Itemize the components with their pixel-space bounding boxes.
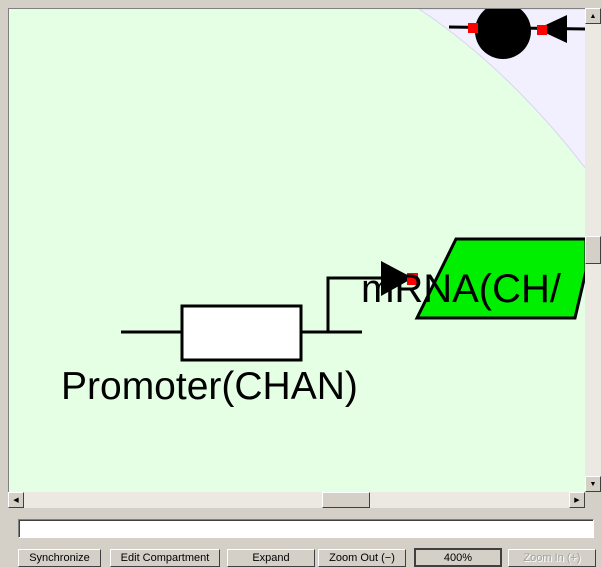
top-port-left — [468, 23, 478, 33]
zoom-out-button[interactable]: Zoom Out (−) — [318, 549, 406, 567]
vertical-scrollbar[interactable]: ▲ ▼ — [585, 8, 601, 492]
arrow-right-icon: ▶ — [574, 497, 580, 504]
promoter-label: Promoter(CHAN) — [61, 365, 358, 408]
diagram-canvas[interactable]: mRNA(CH/ Promoter(CHAN) — [8, 8, 586, 493]
edit-compartment-button[interactable]: Edit Compartment — [110, 549, 220, 567]
zoom-in-button[interactable]: Zoom In (+) — [508, 549, 596, 567]
synchronize-button[interactable]: Synchronize — [18, 549, 101, 567]
mrna-label: mRNA(CH/ — [361, 267, 561, 311]
scroll-left-button[interactable]: ◀ — [8, 492, 24, 508]
arrow-left-icon: ◀ — [13, 497, 19, 504]
scroll-down-button[interactable]: ▼ — [585, 476, 601, 492]
horizontal-scroll-thumb[interactable] — [322, 492, 370, 508]
scrollbar-corner — [585, 492, 601, 508]
scroll-right-button[interactable]: ▶ — [569, 492, 585, 508]
status-field[interactable] — [18, 519, 594, 538]
horizontal-scrollbar[interactable]: ◀ ▶ — [8, 492, 585, 508]
diagram-viewport: mRNA(CH/ Promoter(CHAN) ▲ ▼ ◀ ▶ — [8, 8, 602, 508]
expand-button[interactable]: Expand — [227, 549, 315, 567]
zoom-level-display: 400% — [414, 548, 502, 567]
top-port-right — [537, 25, 547, 35]
vertical-scroll-thumb[interactable] — [585, 236, 601, 264]
scroll-up-button[interactable]: ▲ — [585, 8, 601, 24]
arrow-down-icon: ▼ — [589, 480, 597, 488]
promoter-box — [180, 304, 303, 362]
arrow-up-icon: ▲ — [589, 12, 597, 20]
diagram-svg — [121, 9, 586, 362]
